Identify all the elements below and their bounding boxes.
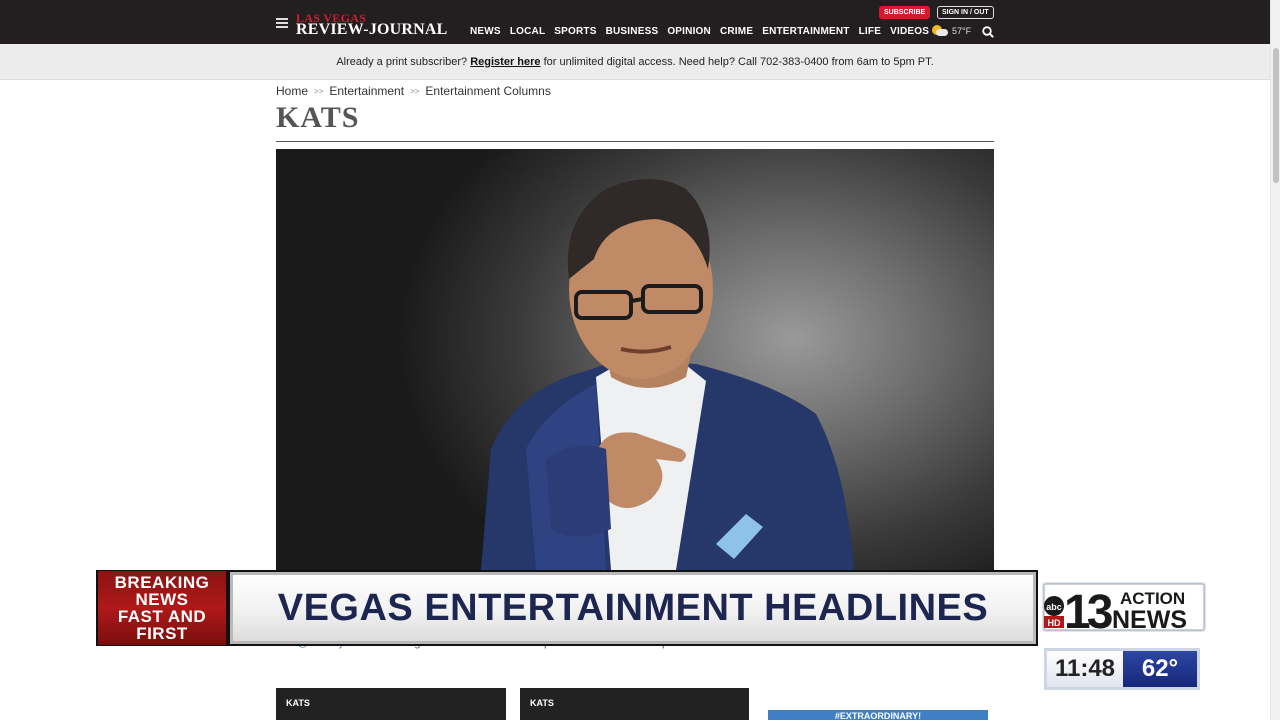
- search-icon[interactable]: [982, 26, 994, 38]
- abc-text: abc: [1046, 602, 1062, 612]
- article-card[interactable]: KATS: [276, 688, 506, 720]
- card-label: KATS: [286, 698, 310, 708]
- breaking-news-box: BREAKING NEWS FAST AND FIRST: [98, 571, 226, 645]
- article-card[interactable]: KATS: [520, 688, 749, 720]
- station-word-news: NEWS: [1112, 606, 1187, 632]
- sign-in-button[interactable]: SIGN IN / OUT: [937, 6, 994, 19]
- nav-crime[interactable]: CRIME: [720, 26, 753, 37]
- menu-icon[interactable]: [276, 18, 288, 28]
- nav-opinion[interactable]: OPINION: [667, 26, 711, 37]
- weather-widget[interactable]: 57°F: [930, 25, 971, 37]
- broadcast-time: 11:48: [1047, 651, 1123, 687]
- partly-cloudy-icon: [930, 25, 948, 37]
- nav-videos[interactable]: VIDEOS: [890, 26, 929, 37]
- breaking-line-4: FIRST: [136, 624, 188, 643]
- broadcast-temperature: 62°: [1123, 651, 1197, 687]
- hd-text: HD: [1048, 618, 1061, 628]
- title-divider: [276, 141, 994, 142]
- nav-news[interactable]: NEWS: [470, 26, 501, 37]
- breadcrumb-separator: >>: [410, 86, 420, 96]
- nav-entertainment[interactable]: ENTERTAINMENT: [762, 26, 849, 37]
- breaking-line-1: BREAKING: [114, 573, 210, 592]
- nav-sports[interactable]: SPORTS: [554, 26, 596, 37]
- logo-bottom-text: REVIEW-JOURNAL: [296, 21, 448, 38]
- weather-temperature: 57°F: [952, 26, 972, 36]
- abc13-action-news-logo: abc HD 13 ACTION NEWS: [1042, 582, 1206, 632]
- page-scrollbar[interactable]: [1270, 0, 1280, 720]
- site-logo[interactable]: LAS VEGAS REVIEW-JOURNAL: [296, 12, 448, 38]
- card-label: KATS: [530, 698, 554, 708]
- nav-business[interactable]: BUSINESS: [606, 26, 659, 37]
- nav-local[interactable]: LOCAL: [510, 26, 545, 37]
- breadcrumb: Home >> Entertainment >> Entertainment C…: [276, 84, 551, 98]
- scrollbar-thumb[interactable]: [1273, 48, 1279, 183]
- columnist-photo: [276, 149, 994, 570]
- promo-card[interactable]: #EXTRAORDINARY!: [768, 710, 988, 720]
- main-nav: NEWS LOCAL SPORTS BUSINESS OPINION CRIME…: [470, 26, 929, 37]
- subscriber-banner: Already a print subscriber? Register her…: [0, 44, 1270, 80]
- banner-text-post: for unlimited digital access. Need help?…: [543, 56, 934, 68]
- top-navigation: LAS VEGAS REVIEW-JOURNAL NEWS LOCAL SPOR…: [0, 0, 1270, 44]
- breadcrumb-separator: >>: [314, 86, 324, 96]
- nav-life[interactable]: LIFE: [859, 26, 881, 37]
- breadcrumb-home[interactable]: Home: [276, 84, 308, 98]
- subscribe-button[interactable]: SUBSCRIBE: [879, 6, 931, 19]
- breadcrumb-entertainment[interactable]: Entertainment: [329, 84, 404, 98]
- register-link[interactable]: Register here: [470, 56, 540, 68]
- breadcrumb-entertainment-columns[interactable]: Entertainment Columns: [425, 84, 550, 98]
- breaking-line-3: FAST AND: [117, 607, 207, 626]
- time-temperature-bug: 11:48 62°: [1044, 648, 1200, 690]
- breaking-line-2: NEWS: [135, 590, 189, 609]
- page-title: KATS: [276, 101, 360, 134]
- banner-text-pre: Already a print subscriber?: [336, 56, 468, 68]
- station-number: 13: [1064, 586, 1112, 632]
- headline-box: VEGAS ENTERTAINMENT HEADLINES: [230, 572, 1036, 644]
- broadcast-headline: VEGAS ENTERTAINMENT HEADLINES: [277, 587, 989, 629]
